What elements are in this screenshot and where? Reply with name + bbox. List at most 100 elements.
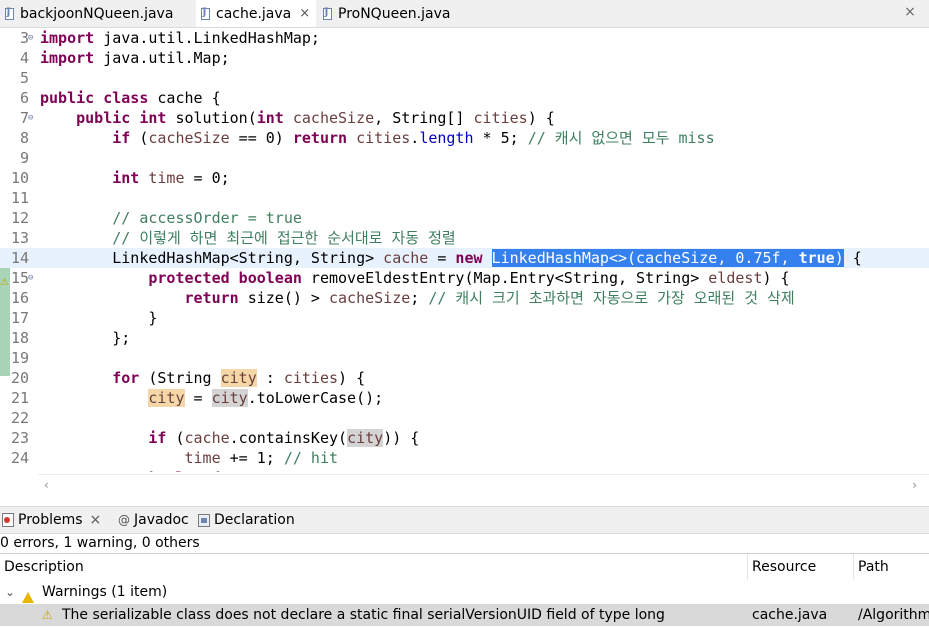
code-line[interactable]: 17 } (0, 308, 929, 328)
fold-toggle-icon[interactable]: ⊖ (28, 28, 38, 48)
code-token: }; (40, 329, 131, 347)
code-line[interactable]: 22 (0, 408, 929, 428)
code-line[interactable]: 19 (0, 348, 929, 368)
code-token: solution( (166, 109, 257, 127)
code-token: int (256, 109, 284, 127)
line-number: 21 (10, 389, 29, 407)
code-token: import (40, 29, 104, 47)
code-line[interactable]: 25 } else { (0, 468, 929, 472)
code-token: new (455, 249, 483, 267)
code-line[interactable]: 5 (0, 68, 929, 88)
code-line[interactable]: 9 (0, 148, 929, 168)
code-text: if (cacheSize == 0) return cities.length… (40, 128, 714, 148)
problem-path: /Algorithm (858, 607, 929, 623)
code-token: cities (356, 129, 411, 147)
code-line[interactable]: 7 ⊖ public int solution(int cacheSize, St… (0, 108, 929, 128)
code-line[interactable]: 14 LinkedHashMap<String, String> cache =… (0, 248, 929, 268)
line-number: 23 (10, 429, 29, 447)
fold-toggle-icon[interactable]: ⊖ (28, 108, 38, 128)
code-line[interactable]: 16 return size() > cacheSize; // 캐시 크기 초… (0, 288, 929, 308)
code-token: cities (473, 109, 528, 127)
tab-label: Problems (18, 512, 83, 528)
code-token: java.util.LinkedHashMap; (103, 29, 320, 47)
code-token: time (148, 169, 185, 187)
code-line[interactable]: 8 if (cacheSize == 0) return cities.leng… (0, 128, 929, 148)
close-icon[interactable]: × (299, 6, 310, 21)
line-number: 18 (10, 329, 29, 347)
group-label: Warnings (1 item) (42, 584, 168, 600)
code-token: if (112, 129, 131, 147)
code-token: * 5; (473, 129, 528, 147)
code-token: int (112, 169, 140, 187)
code-token: .toLowerCase(); (247, 389, 384, 407)
tab-pro-nqueen[interactable]: J ProNQueen.java (318, 0, 468, 27)
code-token: size() > (238, 289, 329, 307)
code-text: city = city.toLowerCase(); (40, 388, 383, 408)
code-line[interactable]: 18 }; (0, 328, 929, 348)
column-header-description[interactable]: Description (0, 554, 748, 580)
code-token: cacheSize (148, 129, 230, 147)
code-line[interactable]: 24 time += 1; // hit (0, 448, 929, 468)
problems-summary: 0 errors, 1 warning, 0 others (0, 535, 200, 551)
code-token: = (184, 389, 212, 407)
column-header-path[interactable]: Path (854, 554, 929, 580)
tab-label: ProNQueen.java (338, 5, 451, 22)
code-line[interactable]: 12 // accessOrder = true (0, 208, 929, 228)
code-line[interactable]: 20 for (String city : cities) { (0, 368, 929, 388)
tab-cache[interactable]: J cache.java × (196, 0, 316, 27)
code-line[interactable]: 3 ⊖ import java.util.LinkedHashMap; (0, 28, 929, 48)
horizontal-scrollbar[interactable]: ‹ › (38, 474, 929, 497)
code-line[interactable]: 15 ⊖ protected boolean removeEldestEntry(… (0, 268, 929, 288)
tab-declaration[interactable]: Declaration (198, 507, 295, 533)
code-line[interactable]: 6 public class cache { (0, 88, 929, 108)
code-editor[interactable]: 3 ⊖ import java.util.LinkedHashMap; 4 import… (0, 28, 929, 472)
scroll-left-icon[interactable]: ‹ (44, 478, 49, 492)
fold-toggle-icon[interactable]: ⊖ (28, 268, 38, 288)
code-token: city (148, 389, 185, 407)
line-number: 20 (10, 369, 29, 387)
code-token: cache { (157, 89, 221, 107)
tree-group-warnings[interactable]: ⌄ Warnings (1 item) (0, 581, 929, 603)
line-number: 9 (19, 149, 29, 167)
code-line[interactable]: 10 int time = 0; (0, 168, 929, 188)
tab-backjoon-nqueen[interactable]: J backjoonNQueen.java (0, 0, 195, 27)
code-line[interactable]: 11 (0, 188, 929, 208)
code-line[interactable]: 21 city = city.toLowerCase(); (0, 388, 929, 408)
collapse-chevron-icon[interactable]: ⌄ (5, 581, 15, 603)
problems-table: Description Resource Path ⌄ Warnings (1 … (0, 553, 929, 627)
code-line[interactable]: 13 // 이렇게 하면 최근에 접근한 순서대로 자동 정렬 (0, 228, 929, 248)
close-icon[interactable]: × (903, 5, 917, 19)
scroll-right-icon[interactable]: › (912, 478, 917, 492)
code-text: } (40, 308, 157, 328)
code-line[interactable]: 4 import java.util.Map; (0, 48, 929, 68)
tab-problems[interactable]: Problems × (2, 507, 101, 533)
column-header-resource[interactable]: Resource (748, 554, 854, 580)
code-token: )) { (383, 429, 420, 447)
code-token: // 캐시 크기 초과하면 자동으로 가장 오래된 것 삭제 (428, 289, 795, 307)
code-line[interactable]: 23 if (cache.containsKey(city)) { (0, 428, 929, 448)
tab-label: Declaration (214, 512, 295, 528)
warning-icon[interactable]: ⚠ (0, 277, 10, 289)
code-token: return (184, 289, 239, 307)
line-number: 25 (0, 468, 29, 472)
code-token: ) { (762, 269, 790, 287)
code-token: { (843, 249, 862, 267)
code-text: int time = 0; (40, 168, 229, 188)
code-text: }; (40, 328, 130, 348)
code-token: cache (383, 249, 429, 267)
code-token: LinkedHashMap<>(cacheSize, 0.75f, (491, 249, 799, 267)
tab-label: Javadoc (134, 512, 189, 528)
code-token: public int (76, 109, 167, 127)
code-token: cache (184, 429, 230, 447)
tab-javadoc[interactable]: @ Javadoc (118, 507, 189, 533)
close-icon[interactable]: × (90, 512, 102, 528)
line-number: 6 (19, 89, 29, 107)
table-row[interactable]: ⚠ The serializable class does not declar… (0, 604, 929, 626)
java-file-icon: J (4, 7, 16, 21)
line-number: 11 (10, 189, 29, 207)
